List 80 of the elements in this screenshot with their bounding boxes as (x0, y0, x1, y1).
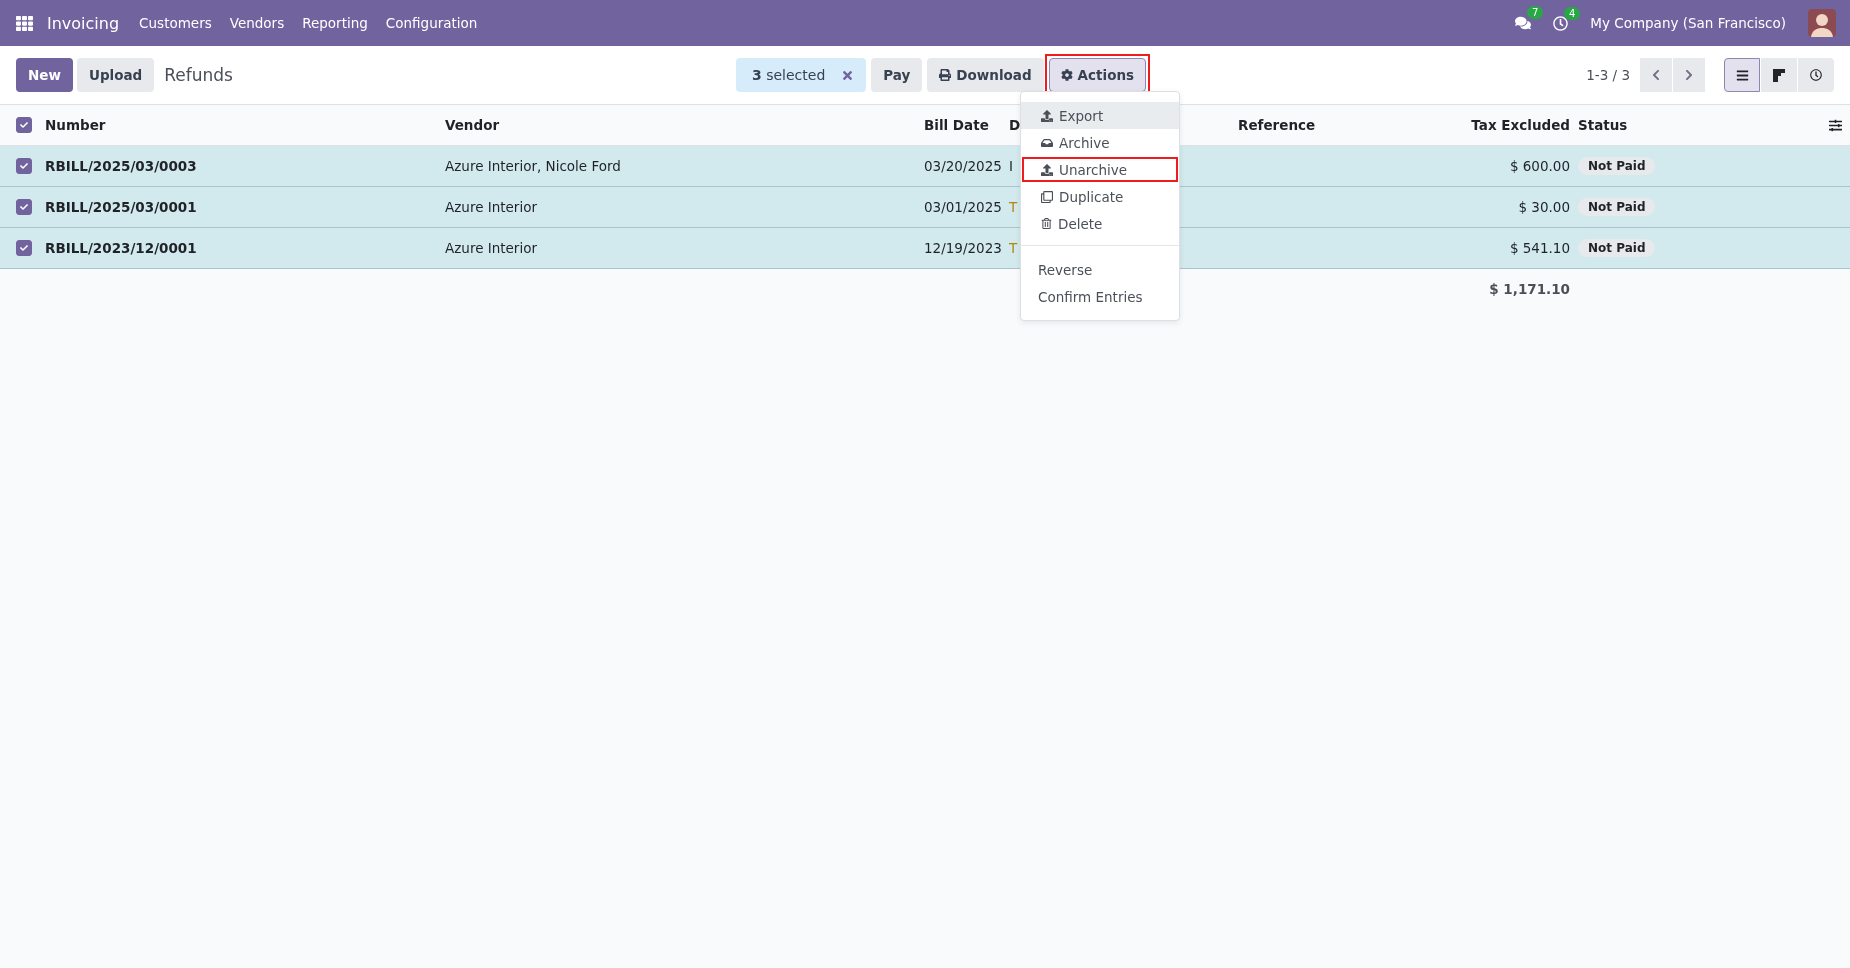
chevron-left-icon (1650, 69, 1662, 81)
table-cell-text: $ 30.00 (1517, 199, 1571, 215)
toolbar-button[interactable]: Actions (1048, 58, 1147, 92)
trash-icon (1041, 218, 1052, 229)
column-header[interactable]: Status (1578, 117, 1628, 133)
selection-count: 3 selected (752, 67, 826, 83)
view-switch-button[interactable] (1798, 58, 1834, 92)
new-button[interactable]: New (16, 58, 73, 92)
view-switch-button[interactable] (1761, 58, 1797, 92)
count-badge: 4 (1563, 6, 1581, 20)
check-icon (20, 162, 28, 170)
close-icon[interactable] (841, 68, 855, 82)
inbox-icon (1041, 136, 1053, 149)
checkbox[interactable] (16, 158, 32, 174)
checkbox[interactable] (16, 199, 32, 215)
table-cell: Azure Interior (445, 240, 537, 256)
clock-icon[interactable] (1553, 15, 1569, 31)
print-icon (939, 69, 952, 81)
settings-icon[interactable] (1829, 118, 1842, 132)
column-header[interactable]: Tax Excluded (1438, 117, 1578, 133)
table-cell: T (1009, 240, 1018, 256)
total-amount: $ 1,171.10 (1488, 281, 1571, 297)
menu-item[interactable]: Reverse (1021, 256, 1179, 283)
table-cell: 03/01/2025 (924, 199, 1002, 215)
status-tag: Not Paid (1578, 198, 1656, 216)
table-cell-text: $ 541.10 (1508, 240, 1571, 256)
table-cell: I (1009, 158, 1013, 174)
upload-icon (1041, 163, 1053, 176)
upload-button[interactable]: Upload (76, 58, 155, 92)
list-icon (1735, 68, 1749, 82)
status-tag: Not Paid (1578, 157, 1656, 175)
nav-menu-item[interactable]: Vendors (229, 15, 285, 31)
menu-item[interactable]: Unarchive (1021, 156, 1179, 183)
status-tag: Not Paid (1578, 239, 1656, 257)
column-header[interactable]: Vendor (445, 117, 500, 133)
company-name[interactable]: My Company (San Francisco) (1590, 15, 1786, 31)
menu-item[interactable]: Duplicate (1021, 183, 1179, 210)
app-title[interactable]: Invoicing (47, 13, 120, 33)
nav-menu-item[interactable]: Reporting (302, 15, 368, 31)
menu-item[interactable]: Archive (1021, 129, 1179, 156)
column-header[interactable]: D (1009, 117, 1021, 133)
copy-icon (1041, 190, 1053, 203)
table-cell: T (1009, 199, 1018, 215)
kanban-icon (1772, 68, 1786, 82)
checkbox[interactable] (16, 117, 32, 133)
check-icon (20, 244, 28, 252)
table-cell: Azure Interior (445, 199, 537, 215)
breadcrumb-title: Refunds (164, 65, 233, 85)
upload-icon (1041, 109, 1053, 122)
table-cell-text: $ 600.00 (1508, 158, 1571, 174)
apps-menu-icon[interactable] (16, 14, 33, 32)
check-icon (20, 203, 28, 211)
menu-item[interactable]: Confirm Entries (1021, 283, 1179, 310)
menu-item[interactable]: Export (1021, 102, 1179, 129)
pager-text: 1-3 / 3 (1586, 67, 1630, 83)
table-cell: RBILL/2023/12/0001 (45, 240, 197, 256)
toolbar-button[interactable]: Pay (871, 58, 923, 92)
column-header[interactable]: Reference (1238, 117, 1316, 133)
check-icon (20, 121, 28, 129)
clock-icon (1810, 69, 1822, 81)
view-switch-button[interactable] (1724, 58, 1760, 92)
avatar-icon[interactable] (1808, 9, 1836, 37)
column-header[interactable]: Bill Date (924, 117, 989, 133)
table-cell: RBILL/2025/03/0001 (45, 199, 197, 215)
previous-page-button[interactable] (1640, 58, 1672, 92)
table-cell: 12/19/2023 (924, 240, 1002, 256)
chat-icon[interactable] (1515, 15, 1532, 31)
table-cell: 03/20/2025 (924, 158, 1002, 174)
column-header[interactable]: Number (45, 117, 106, 133)
nav-menu-item[interactable]: Customers (139, 15, 212, 31)
nav-menu-item[interactable]: Configuration (385, 15, 478, 31)
toolbar-button[interactable]: Download (927, 58, 1044, 92)
next-page-button[interactable] (1673, 58, 1705, 92)
chevron-right-icon (1683, 69, 1695, 81)
table-cell: Azure Interior, Nicole Ford (445, 158, 621, 174)
menu-item[interactable]: Delete (1021, 210, 1179, 237)
checkbox[interactable] (16, 240, 32, 256)
table-cell: RBILL/2025/03/0003 (45, 158, 197, 174)
settings-icon (1060, 69, 1073, 81)
count-badge: 7 (1526, 6, 1544, 19)
